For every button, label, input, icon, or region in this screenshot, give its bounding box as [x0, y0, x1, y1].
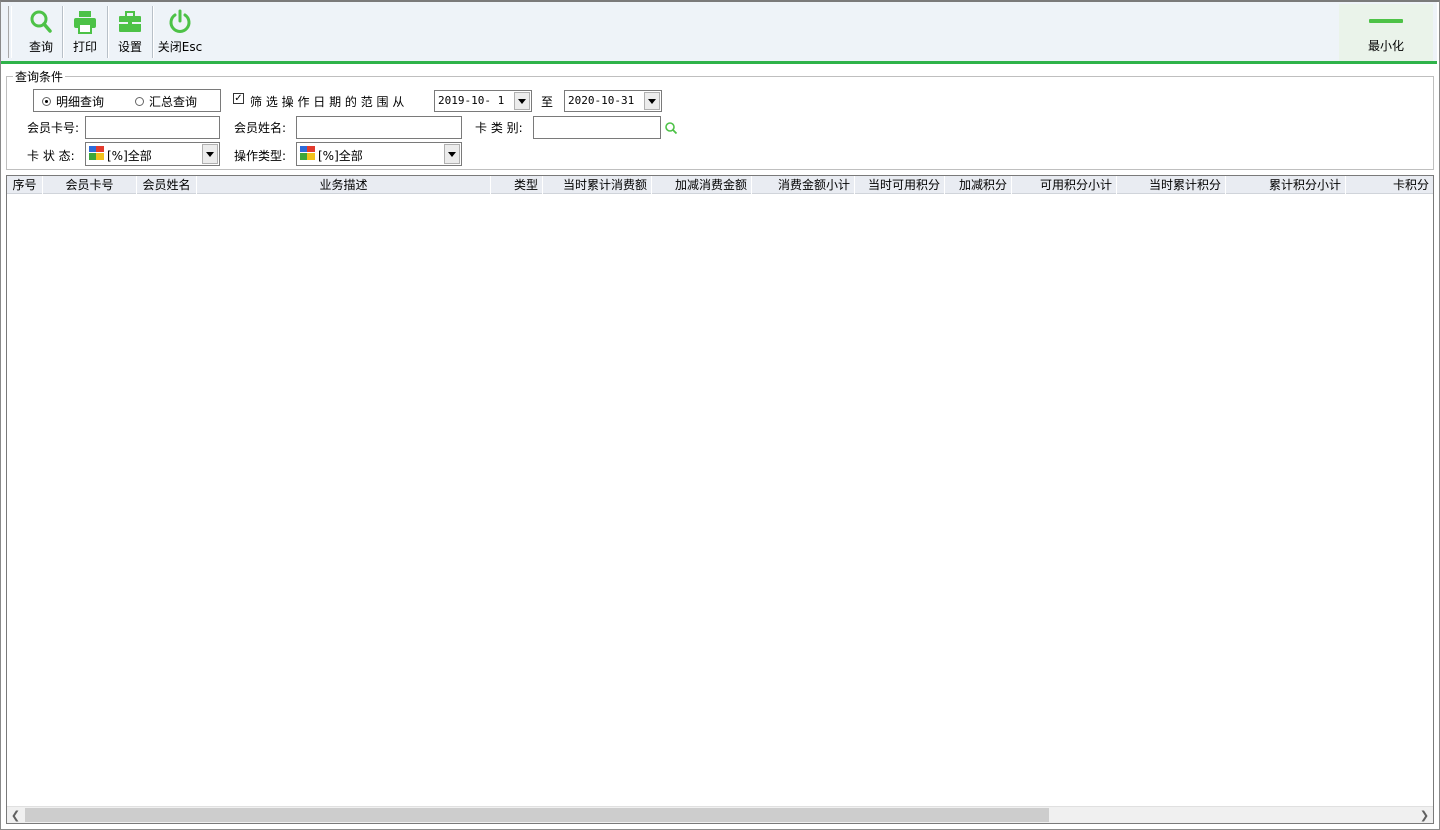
chevron-down-icon[interactable]: [644, 92, 660, 110]
column-header[interactable]: 类型: [491, 176, 543, 194]
detail-query-label: 明细查询: [56, 95, 105, 109]
search-icon: [30, 10, 52, 33]
column-header[interactable]: 卡积分: [1346, 176, 1433, 194]
summary-query-radio[interactable]: 汇总查询: [135, 93, 197, 110]
settings-button-label: 设置: [117, 40, 142, 54]
card-type-search-icon[interactable]: [664, 121, 678, 135]
query-conditions-legend: 查询条件: [13, 68, 66, 85]
print-button-label: 打印: [72, 40, 97, 54]
summary-query-label: 汇总查询: [149, 95, 198, 109]
date-to-picker[interactable]: 2020-10-31: [564, 90, 662, 112]
scrollbar-thumb[interactable]: [25, 808, 1049, 822]
date-from-picker[interactable]: 2019-10- 1: [434, 90, 532, 112]
column-header[interactable]: 会员姓名: [137, 176, 197, 194]
toolbar-separator: [62, 6, 64, 58]
card-status-value: [%]全部: [107, 149, 152, 163]
card-status-select[interactable]: [%]全部: [85, 142, 220, 166]
column-header[interactable]: 会员卡号: [43, 176, 137, 194]
toolbar: 查询 打印 设置 关闭Esc 最小化: [1, 2, 1437, 61]
printer-icon: [74, 11, 96, 34]
column-header[interactable]: 加减消费金额: [652, 176, 752, 194]
scroll-left-icon[interactable]: ❮: [7, 807, 24, 823]
member-name-input[interactable]: [296, 116, 462, 139]
date-to-value: 2020-10-31: [568, 94, 635, 107]
toolbar-separator: [107, 6, 109, 58]
print-button[interactable]: 打印: [67, 6, 103, 58]
radio-selected-indicator: [42, 97, 51, 106]
toolbar-grip[interactable]: [8, 6, 12, 58]
chevron-down-icon[interactable]: [202, 144, 218, 164]
query-mode-group: 明细查询 汇总查询: [33, 89, 221, 112]
column-header[interactable]: 累计积分小计: [1226, 176, 1346, 194]
op-type-select[interactable]: [%]全部: [296, 142, 462, 166]
records-grid[interactable]: 序号 会员卡号 会员姓名 业务描述 类型 当时累计消费额 加减消费金额 消费金额…: [6, 175, 1434, 824]
minimize-icon: [1369, 19, 1403, 23]
column-header[interactable]: 加减积分: [945, 176, 1012, 194]
card-no-label: 会员卡号:: [27, 121, 80, 135]
scroll-right-icon[interactable]: ❯: [1416, 807, 1433, 823]
date-to-label: 至: [541, 95, 554, 109]
radio-indicator: [135, 97, 144, 106]
date-from-value: 2019-10- 1: [438, 94, 505, 107]
toolbar-accent-line: [1, 61, 1437, 64]
close-button-label: 关闭Esc: [157, 40, 203, 54]
card-no-input[interactable]: [85, 116, 220, 139]
column-header[interactable]: 当时累计消费额: [543, 176, 652, 194]
column-header[interactable]: 当时可用积分: [855, 176, 945, 194]
minimize-button-label: 最小化: [1367, 39, 1404, 53]
minimize-button[interactable]: 最小化: [1339, 4, 1433, 61]
card-type-label: 卡 类 别:: [475, 121, 523, 135]
detail-query-radio[interactable]: 明细查询: [42, 93, 104, 110]
status-flag-icon: [89, 146, 104, 160]
column-header[interactable]: 消费金额小计: [752, 176, 855, 194]
date-filter-label: 筛 选 操 作 日 期 的 范 围 从: [250, 95, 405, 109]
op-type-value: [%]全部: [318, 149, 363, 163]
column-header[interactable]: 业务描述: [197, 176, 491, 194]
date-filter-checkbox[interactable]: ✓: [233, 93, 244, 104]
op-type-label: 操作类型:: [234, 149, 287, 163]
column-header[interactable]: 序号: [7, 176, 43, 194]
op-type-flag-icon: [300, 146, 315, 160]
horizontal-scrollbar[interactable]: ❮ ❯: [7, 806, 1433, 823]
toolbar-separator: [152, 6, 154, 58]
toolbox-icon: [119, 11, 141, 32]
member-name-label: 会员姓名:: [234, 121, 287, 135]
chevron-down-icon[interactable]: [444, 144, 460, 164]
query-button-label: 查询: [28, 40, 53, 54]
power-icon: [169, 9, 191, 33]
chevron-down-icon[interactable]: [514, 92, 530, 110]
grid-header: 序号 会员卡号 会员姓名 业务描述 类型 当时累计消费额 加减消费金额 消费金额…: [7, 176, 1433, 194]
card-type-input[interactable]: [533, 116, 661, 139]
query-button[interactable]: 查询: [23, 6, 59, 58]
column-header[interactable]: 当时累计积分: [1117, 176, 1226, 194]
column-header[interactable]: 可用积分小计: [1012, 176, 1117, 194]
card-status-label: 卡 状 态:: [27, 149, 75, 163]
close-button[interactable]: 关闭Esc: [157, 6, 203, 58]
settings-button[interactable]: 设置: [112, 6, 148, 58]
